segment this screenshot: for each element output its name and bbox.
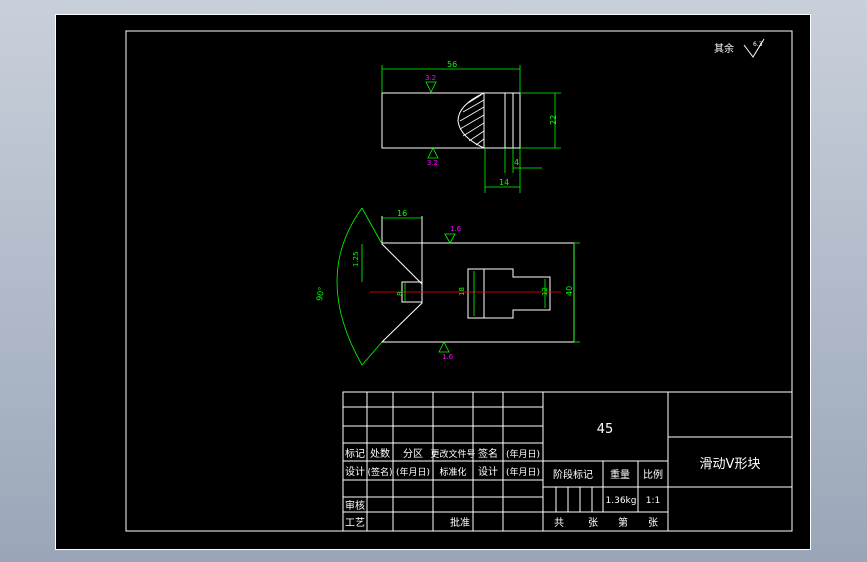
- material-text: 45: [597, 422, 614, 437]
- roughness-symbol-value: 6.3: [753, 41, 763, 48]
- header-count: 处数: [370, 447, 390, 460]
- front-view: [381, 92, 521, 149]
- check-label: 审核: [345, 499, 365, 512]
- scale-value: 1:1: [646, 496, 660, 506]
- header-signature: 签名: [478, 447, 498, 460]
- front-view-dimensions: [381, 65, 561, 193]
- row-design: 设计: [345, 465, 365, 478]
- top-dim-chamfer: 1.25: [352, 251, 360, 267]
- top-dim-height: 40: [565, 286, 574, 296]
- top-roughness-bottom-value: 1.6: [442, 353, 454, 361]
- front-roughness-bottom-value: 3.2: [427, 159, 438, 167]
- front-dim-width: 56: [447, 60, 457, 69]
- top-dim-slot-left: 18: [458, 287, 466, 296]
- approve-label: 批准: [450, 516, 470, 529]
- stage-mark-label: 阶段标记: [553, 468, 593, 481]
- scale-label: 比例: [643, 468, 663, 481]
- part-name-text: 滑动V形块: [700, 457, 761, 472]
- header-date: (年月日): [506, 448, 540, 460]
- section-hatching: [459, 94, 485, 146]
- front-roughness-top: 3.2: [425, 74, 437, 93]
- sheet-di-label: 第: [618, 516, 628, 529]
- row-design-date: (年月日): [396, 466, 430, 478]
- weight-value: 1.36kg: [606, 496, 637, 506]
- top-roughness-bottom: 1.6: [438, 341, 454, 361]
- top-dim-top: 16: [397, 209, 407, 218]
- front-view-outline: [381, 92, 521, 149]
- front-dim-small: 4: [514, 158, 519, 167]
- drawing-sheet: 其余 6.3 56 22 4 14 3.2 3.2 16 1.25 90° 40…: [55, 14, 811, 550]
- top-dim-angle: 90°: [315, 286, 326, 302]
- front-roughness-bottom: 3.2: [427, 147, 439, 167]
- front-roughness-top-value: 3.2: [425, 74, 436, 82]
- front-dim-offset: 14: [499, 178, 509, 187]
- header-zone: 分区: [403, 448, 423, 460]
- row-design-sign: (签名): [367, 466, 392, 478]
- sheet-total-label: 共: [554, 517, 564, 529]
- roughness-note: 其余 6.3: [714, 38, 765, 58]
- top-roughness-top: 1.6: [444, 225, 462, 244]
- row-design-2: 设计: [478, 465, 498, 478]
- top-roughness-top-value: 1.6: [450, 225, 462, 233]
- top-dim-slot-right: 12: [541, 287, 549, 296]
- cad-drawing: 其余 6.3 56 22 4 14 3.2 3.2 16 1.25 90° 40…: [125, 30, 793, 532]
- angle-arc: [336, 207, 363, 366]
- top-dim-v: 8: [396, 292, 404, 296]
- header-mark: 标记: [345, 448, 365, 460]
- sheet-zhang-1: 张: [588, 517, 598, 529]
- front-dim-height: 22: [549, 115, 558, 125]
- process-label: 工艺: [345, 517, 365, 529]
- sheet-zhang-2: 张: [648, 517, 658, 529]
- row-design-date-2: (年月日): [506, 466, 540, 478]
- row-standard: 标准化: [439, 466, 466, 478]
- roughness-note-text: 其余: [714, 42, 734, 55]
- header-change-doc: 更改文件号: [430, 448, 475, 460]
- top-view-slot: [467, 268, 551, 319]
- weight-label: 重量: [610, 468, 630, 481]
